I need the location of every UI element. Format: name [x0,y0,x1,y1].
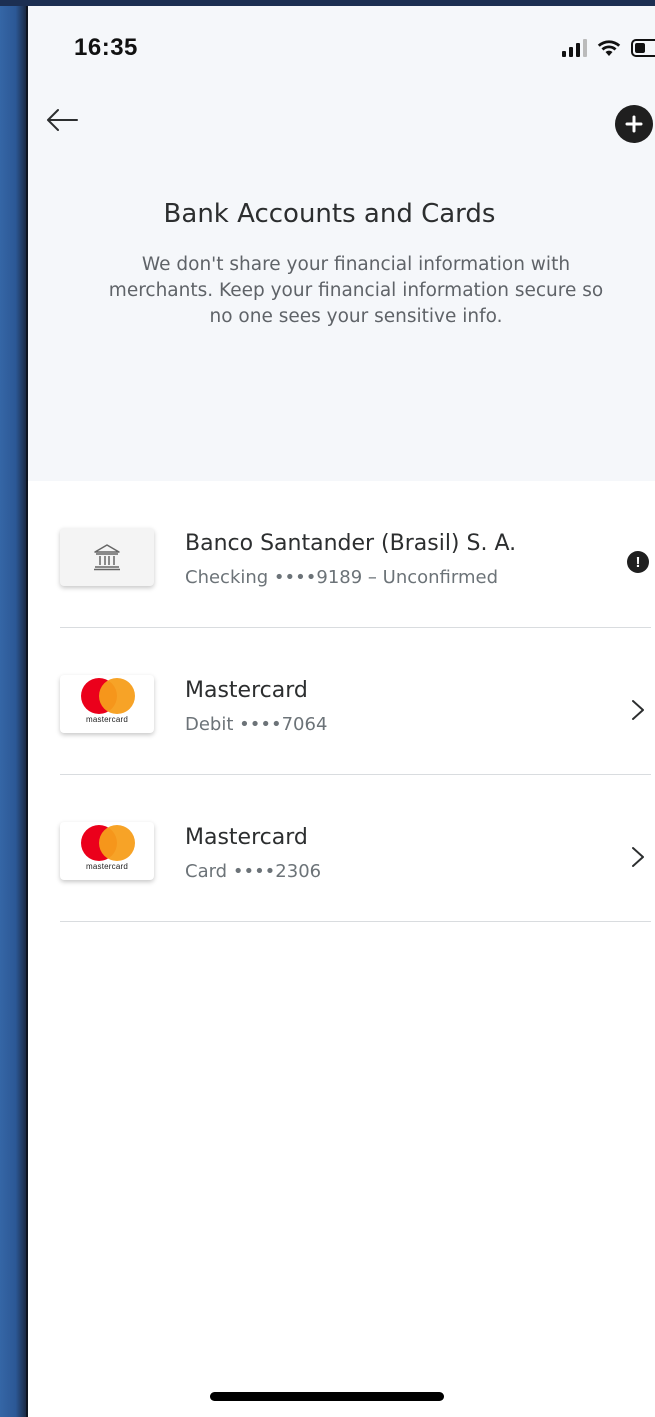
account-title: Banco Santander (Brasil) S. A. [185,531,517,556]
signal-icon [562,39,587,57]
chevron-right-icon [632,700,644,720]
bank-icon [94,544,120,571]
battery-level [635,43,645,53]
add-account-button[interactable] [615,105,653,143]
back-button[interactable] [42,102,82,138]
device-bezel [0,0,26,1417]
wifi-icon [597,40,621,56]
accounts-list: Banco Santander (Brasil) S. A. Checking … [28,481,655,922]
bank-thumbnail [60,528,154,586]
card-thumbnail: mastercard [60,822,154,880]
alert-icon: ! [627,551,649,573]
mastercard-wordmark: mastercard [85,715,128,724]
list-item-bank-account[interactable]: Banco Santander (Brasil) S. A. Checking … [28,481,655,628]
plus-icon [625,115,643,133]
list-item-card[interactable]: mastercard Mastercard Card ••••2306 [28,775,655,922]
mastercard-logo [77,825,137,861]
page-subtitle: We don't share your financial informatio… [108,254,604,327]
card-thumbnail: mastercard [60,675,154,733]
card-title: Mastercard [185,678,308,703]
status-time: 16:35 [74,34,138,61]
divider [60,921,651,922]
account-subtitle: Checking ••••9189 – Unconfirmed [185,567,499,588]
header-area: 16:35 Bank Accounts and Cards We don't s… [28,6,655,481]
card-subtitle: Debit ••••7064 [185,714,328,735]
status-icons [562,36,655,60]
card-title: Mastercard [185,825,308,850]
list-item-debit-card[interactable]: mastercard Mastercard Debit ••••7064 [28,628,655,775]
arrow-left-icon [47,109,78,131]
mastercard-logo [77,678,137,714]
home-indicator[interactable] [210,1392,444,1401]
chevron-right-icon [632,847,644,867]
battery-icon [631,39,655,57]
card-subtitle: Card ••••2306 [185,861,322,882]
mastercard-wordmark: mastercard [85,862,128,871]
phone-screen: 16:35 Bank Accounts and Cards We don't s… [26,6,655,1417]
page-title: Bank Accounts and Cards [163,199,496,229]
